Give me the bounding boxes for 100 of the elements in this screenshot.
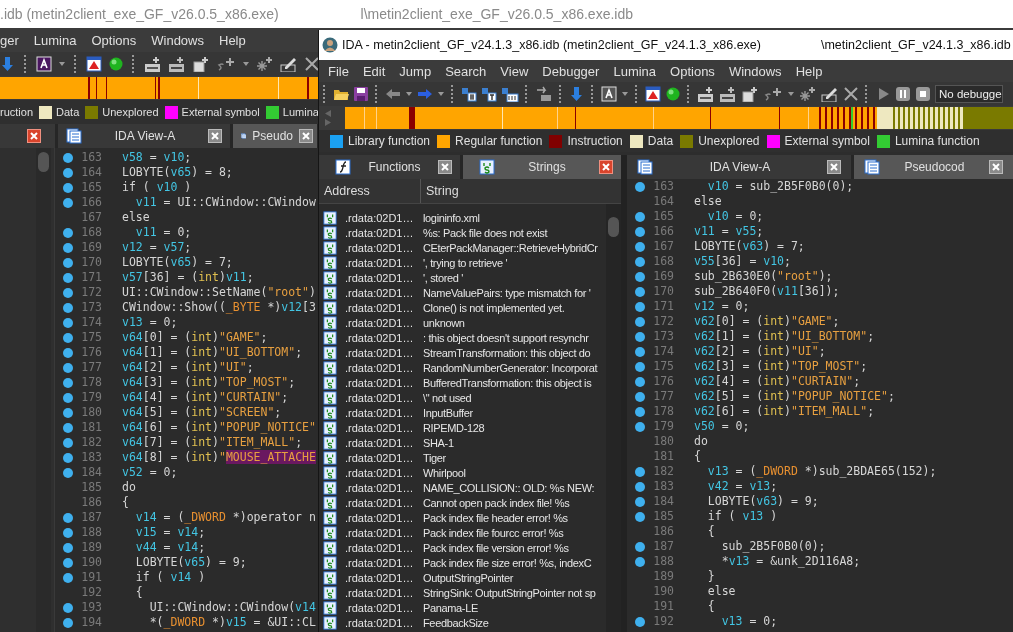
warning-window-icon[interactable] — [86, 56, 102, 72]
breakpoint-dot-icon[interactable] — [63, 302, 73, 313]
warning-window-icon[interactable] — [645, 86, 661, 102]
breakpoint-dot-icon[interactable] — [63, 257, 73, 268]
breakpoint-dot-icon[interactable] — [63, 227, 73, 238]
menu-item[interactable]: Lumina — [613, 62, 657, 80]
tab[interactable]: Functions — [319, 155, 460, 179]
add-string-icon[interactable] — [216, 56, 236, 72]
breakpoint-dot-icon[interactable] — [63, 377, 73, 388]
breakpoint-dot-icon[interactable] — [635, 511, 645, 522]
text-box-icon[interactable] — [481, 86, 497, 102]
breakpoint-dot-icon[interactable] — [63, 392, 73, 403]
breakpoint-dot-icon[interactable] — [63, 617, 73, 628]
menu-item[interactable]: Options — [670, 62, 715, 80]
pencil-icon[interactable] — [280, 56, 298, 72]
breakpoint-dot-icon[interactable] — [635, 241, 645, 252]
font-box-icon[interactable] — [36, 56, 52, 72]
tab[interactable]: Pseudocod — [853, 155, 1013, 179]
breakpoint-dot-icon[interactable] — [635, 226, 645, 237]
debugger-dropdown[interactable]: No debugge — [935, 85, 1003, 103]
breakpoint-dot-icon[interactable] — [635, 316, 645, 327]
breakpoint-dot-icon[interactable] — [63, 362, 73, 373]
breakpoint-dot-icon[interactable] — [635, 286, 645, 297]
add-string-icon[interactable] — [763, 86, 783, 102]
breakpoint-dot-icon[interactable] — [635, 481, 645, 492]
breakpoint-dot-icon[interactable] — [63, 332, 73, 343]
scrollbar[interactable] — [606, 204, 621, 632]
breakpoint-dot-icon[interactable] — [63, 572, 73, 583]
stop-icon[interactable] — [915, 86, 931, 102]
status-light-icon[interactable] — [665, 86, 681, 102]
column-header[interactable]: Address — [319, 179, 421, 203]
tab[interactable]: Strings — [463, 155, 621, 179]
tab[interactable]: IDA View-A — [627, 155, 851, 179]
breakpoint-dot-icon[interactable] — [635, 211, 645, 222]
menu-item[interactable]: View — [500, 62, 529, 80]
asterisk-plus-icon[interactable] — [256, 56, 274, 72]
scrollbar[interactable] — [36, 148, 51, 632]
breakpoint-dot-icon[interactable] — [635, 556, 645, 567]
add-data-icon[interactable] — [719, 86, 737, 102]
asterisk-plus-icon[interactable] — [799, 86, 817, 102]
breakpoint-dot-icon[interactable] — [63, 167, 73, 178]
menu-item[interactable]: ger — [0, 31, 19, 49]
jump-icon[interactable] — [535, 86, 553, 102]
breakpoint-dot-icon[interactable] — [63, 407, 73, 418]
menu-item[interactable]: Windows — [151, 31, 204, 49]
menu-item[interactable]: Windows — [728, 62, 782, 80]
breakpoint-dot-icon[interactable] — [635, 331, 645, 342]
number-box-icon[interactable] — [501, 86, 519, 102]
cross-icon[interactable] — [843, 86, 859, 102]
menu-item[interactable]: Help — [795, 62, 823, 80]
menu-item[interactable]: Edit — [362, 62, 386, 80]
menu-item[interactable]: Help — [219, 31, 246, 49]
breakpoint-dot-icon[interactable] — [63, 452, 73, 463]
back-arrow-icon[interactable] — [385, 86, 401, 102]
breakpoint-dot-icon[interactable] — [63, 602, 73, 613]
breakpoint-dot-icon[interactable] — [635, 361, 645, 372]
menu-item[interactable]: Debugger — [542, 62, 600, 80]
breakpoint-dot-icon[interactable] — [635, 181, 645, 192]
breakpoint-dot-icon[interactable] — [63, 512, 73, 523]
breakpoint-dot-icon[interactable] — [63, 437, 73, 448]
breakpoint-dot-icon[interactable] — [63, 272, 73, 283]
breakpoint-dot-icon[interactable] — [63, 467, 73, 478]
breakpoint-dot-icon[interactable] — [63, 152, 73, 163]
add-struct-icon[interactable] — [192, 56, 210, 72]
breakpoint-dot-icon[interactable] — [63, 242, 73, 253]
column-header[interactable]: String — [421, 179, 459, 203]
breakpoint-dot-icon[interactable] — [635, 496, 645, 507]
breakpoint-dot-icon[interactable] — [63, 317, 73, 328]
breakpoint-dot-icon[interactable] — [635, 376, 645, 387]
breakpoint-dot-icon[interactable] — [63, 542, 73, 553]
breakpoint-dot-icon[interactable] — [63, 197, 73, 208]
save-icon[interactable] — [353, 86, 369, 102]
breakpoint-dot-icon[interactable] — [635, 346, 645, 357]
add-struct-icon[interactable] — [741, 86, 759, 102]
breakpoint-dot-icon[interactable] — [635, 406, 645, 417]
breakpoint-dot-icon[interactable] — [635, 391, 645, 402]
menu-item[interactable]: Lumina — [33, 31, 77, 49]
navigation-band[interactable] — [345, 107, 1013, 129]
cross-icon[interactable] — [304, 56, 320, 72]
breakpoint-dot-icon[interactable] — [635, 421, 645, 432]
add-code-icon[interactable] — [697, 86, 715, 102]
menu-item[interactable]: File — [328, 62, 349, 80]
grid-icon[interactable] — [461, 86, 477, 102]
breakpoint-dot-icon[interactable] — [635, 616, 645, 627]
add-code-icon[interactable] — [144, 56, 162, 72]
breakpoint-dot-icon[interactable] — [63, 527, 73, 538]
down-arrow-icon[interactable] — [0, 56, 16, 72]
breakpoint-dot-icon[interactable] — [63, 347, 73, 358]
breakpoint-dot-icon[interactable] — [635, 466, 645, 477]
font-box-icon[interactable] — [601, 86, 617, 102]
breakpoint-dot-icon[interactable] — [63, 422, 73, 433]
pencil-icon[interactable] — [821, 86, 839, 102]
menu-item[interactable]: Jump — [399, 62, 432, 80]
breakpoint-dot-icon[interactable] — [63, 182, 73, 193]
add-data-icon[interactable] — [168, 56, 186, 72]
breakpoint-dot-icon[interactable] — [635, 301, 645, 312]
close-button[interactable] — [826, 160, 841, 174]
navigation-band[interactable] — [0, 77, 318, 99]
tab[interactable]: Pseudo — [233, 124, 317, 148]
breakpoint-dot-icon[interactable] — [635, 256, 645, 267]
